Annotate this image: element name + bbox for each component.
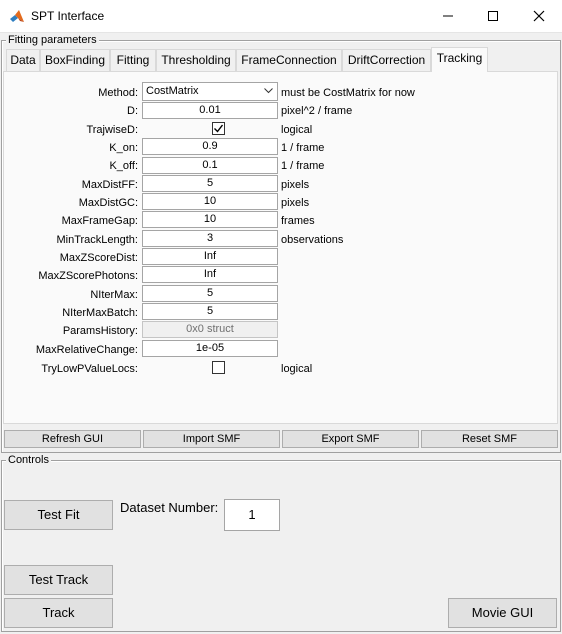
trajwised-unit: logical: [281, 124, 313, 136]
maxframegap-unit: frames: [281, 215, 315, 227]
test-track-button[interactable]: Test Track: [4, 565, 113, 595]
maxzscoredist-field[interactable]: Inf: [142, 248, 278, 265]
k-on-field[interactable]: 0.9: [142, 138, 278, 155]
maxdistff-field[interactable]: 5: [142, 175, 278, 192]
trajwised-checkbox[interactable]: [212, 122, 225, 135]
d-unit: pixel^2 / frame: [281, 105, 353, 117]
method-label: Method:: [98, 87, 138, 99]
movie-gui-button[interactable]: Movie GUI: [448, 598, 557, 628]
mintracklength-field[interactable]: 3: [142, 230, 278, 247]
k-off-field[interactable]: 0.1: [142, 157, 278, 174]
matlab-logo-icon: [10, 10, 24, 22]
checkmark-icon: [214, 124, 224, 133]
mintracklength-label: MinTrackLength:: [56, 234, 138, 246]
chevron-down-icon: [264, 88, 273, 94]
tab-thresholding[interactable]: Thresholding: [156, 49, 236, 71]
tab-frameconnection[interactable]: FrameConnection: [236, 49, 342, 71]
close-icon: [533, 10, 545, 22]
maxdistgc-field[interactable]: 10: [142, 193, 278, 210]
test-fit-button[interactable]: Test Fit: [4, 500, 113, 530]
controls-title: Controls: [6, 454, 51, 466]
d-label: D:: [127, 105, 138, 117]
fitting-parameters-title: Fitting parameters: [6, 34, 99, 46]
mintracklength-unit: observations: [281, 234, 344, 246]
tab-driftcorrection[interactable]: DriftCorrection: [342, 49, 431, 71]
refresh-gui-button[interactable]: Refresh GUI: [4, 430, 141, 448]
dataset-number-label: Dataset Number:: [120, 500, 219, 515]
maxrelativechange-label: MaxRelativeChange:: [35, 344, 138, 356]
method-select[interactable]: CostMatrix: [142, 82, 278, 101]
track-button[interactable]: Track: [4, 598, 113, 628]
paramshistory-label: ParamsHistory:: [62, 325, 138, 337]
nitermax-field[interactable]: 5: [142, 285, 278, 302]
nitermaxbatch-field[interactable]: 5: [142, 303, 278, 320]
trylowpvaluelocs-unit: logical: [281, 363, 313, 375]
minimize-icon: [443, 15, 453, 17]
maxdistgc-unit: pixels: [281, 197, 310, 209]
k-on-unit: 1 / frame: [281, 142, 325, 154]
maximize-icon: [488, 11, 498, 21]
tab-boxfinding[interactable]: BoxFinding: [40, 49, 110, 71]
window-title: SPT Interface: [31, 9, 105, 23]
maxframegap-label: MaxFrameGap:: [61, 215, 138, 227]
maximize-button[interactable]: [470, 0, 516, 32]
k-on-label: K_on:: [109, 142, 138, 154]
reset-smf-button[interactable]: Reset SMF: [421, 430, 558, 448]
maxdistff-unit: pixels: [281, 179, 310, 191]
maxdistff-label: MaxDistFF:: [81, 179, 138, 191]
maxzscoredist-label: MaxZScoreDist:: [59, 252, 138, 264]
method-value: CostMatrix: [146, 85, 199, 97]
maxframegap-field[interactable]: 10: [142, 211, 278, 228]
tab-fitting[interactable]: Fitting: [110, 49, 156, 71]
maxzscorephotons-label: MaxZScorePhotons:: [38, 270, 138, 282]
d-field[interactable]: 0.01: [142, 102, 278, 119]
minimize-button[interactable]: [425, 0, 471, 32]
nitermax-label: NIterMax:: [90, 289, 138, 301]
import-smf-button[interactable]: Import SMF: [143, 430, 280, 448]
close-button[interactable]: [516, 0, 562, 32]
trylowpvaluelocs-checkbox[interactable]: [212, 361, 225, 374]
trajwised-label: TrajwiseD:: [86, 124, 138, 136]
dataset-number-field[interactable]: 1: [224, 499, 280, 531]
k-off-label: K_off:: [109, 160, 138, 172]
export-smf-button[interactable]: Export SMF: [282, 430, 419, 448]
nitermaxbatch-label: NIterMaxBatch:: [62, 307, 138, 319]
tab-data[interactable]: Data: [6, 49, 40, 71]
paramshistory-field: 0x0 struct: [142, 321, 278, 338]
trylowpvaluelocs-label: TryLowPValueLocs:: [41, 363, 138, 375]
maxdistgc-label: MaxDistGC:: [78, 197, 138, 209]
maxrelativechange-field[interactable]: 1e-05: [142, 340, 278, 357]
k-off-unit: 1 / frame: [281, 160, 325, 172]
maxzscorephotons-field[interactable]: Inf: [142, 266, 278, 283]
method-note: must be CostMatrix for now: [281, 87, 415, 99]
tab-tracking[interactable]: Tracking: [431, 47, 488, 72]
